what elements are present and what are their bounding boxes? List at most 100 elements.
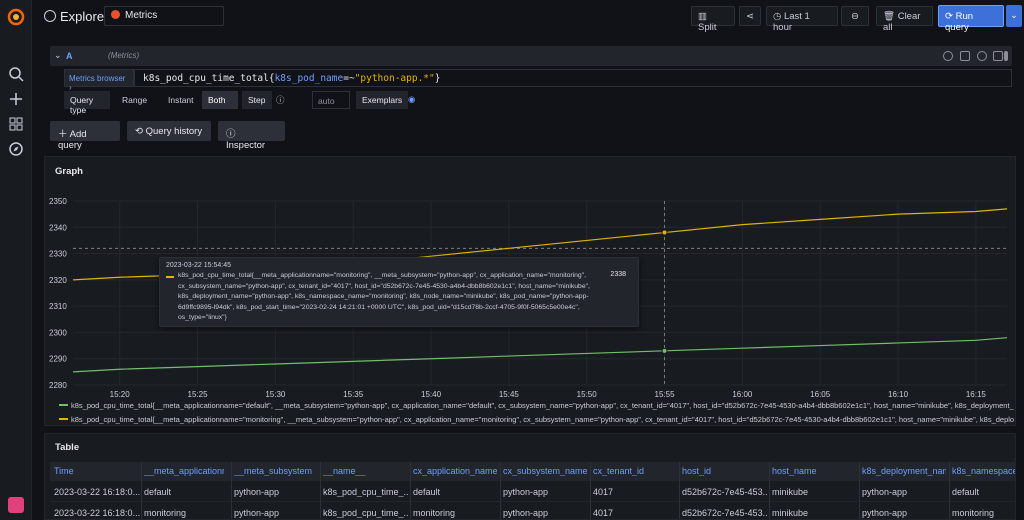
legend-swatch [59,404,68,406]
x-tick-label: 15:35 [343,390,364,397]
table-row[interactable]: 2023-03-22 16:18:0... monitoring python-… [50,503,1015,519]
column-divider [679,462,680,519]
column-header[interactable]: cx_subsystem_name [503,466,587,476]
column-header[interactable]: __meta_subsystem [234,466,318,476]
column-divider [231,462,232,519]
column-divider [320,462,321,519]
table-row[interactable]: 2023-03-22 16:18:0... default python-app… [50,482,1015,502]
step-label: Step [242,91,272,109]
x-tick-label: 16:15 [966,390,987,397]
grafana-logo-icon[interactable] [7,8,25,26]
legend-swatch [59,418,68,420]
exemplars-label: Exemplars [356,91,409,109]
column-divider [859,462,860,519]
compass-icon[interactable] [8,141,24,157]
share-button[interactable]: ⋖ [739,6,761,26]
table-panel: Table Time __meta_applicationname __meta… [44,433,1016,520]
info-icon: ⓘ [226,129,236,140]
column-divider [769,462,770,519]
search-icon[interactable] [8,66,24,82]
plus-icon: ＋ [58,129,70,140]
column-header[interactable]: cx_tenant_id [593,466,677,476]
help-icon[interactable] [943,51,953,61]
legend-item-default[interactable]: k8s_pod_cpu_time_total{__meta_applicatio… [59,401,1014,410]
clock-icon: ◷ [773,11,784,22]
query-editor: ⌄ A (Metrics) Metrics browser › k8s_pod_… [44,40,1016,151]
plus-icon[interactable] [8,91,24,107]
time-picker[interactable]: ◷ Last 1 hour [766,6,838,33]
split-button[interactable]: ▥ Split [691,6,735,33]
table-header: Time __meta_applicationname __meta_subsy… [50,462,1015,481]
hover-point [661,229,668,236]
x-tick-label: 15:50 [577,390,598,397]
x-tick-label: 15:40 [421,390,442,397]
y-tick-label: 2290 [49,355,67,364]
info-icon: ⓘ [276,95,285,105]
refresh-icon: ⟳ [945,11,956,22]
column-header[interactable]: host_id [682,466,766,476]
x-tick-label: 15:30 [265,390,286,397]
zoom-out-button[interactable]: ⊖ [841,6,869,26]
dashboards-icon[interactable] [8,116,24,132]
column-header[interactable]: __meta_applicationname [144,466,224,476]
zoom-out-icon: ⊖ [851,11,859,22]
column-header[interactable]: cx_application_name [413,466,497,476]
column-header[interactable]: __name__ [323,466,407,476]
query-type-instant[interactable]: Instant [162,91,200,109]
drag-handle-icon[interactable] [1004,51,1008,61]
run-query-button[interactable]: ⟳ Run query [938,5,1004,33]
step-input[interactable]: auto [312,91,350,109]
tooltip-series-swatch [166,276,174,278]
x-tick-label: 15:25 [188,390,209,397]
y-tick-label: 2280 [49,381,67,390]
query-ref[interactable]: A [66,51,73,61]
query-history-button[interactable]: ⟲ Query history [127,121,211,141]
exemplars-toggle-icon[interactable]: ◉ [404,91,419,109]
graph-tooltip: 2023-03-22 15:54:45 k8s_pod_cpu_time_tot… [159,257,639,327]
query-row-header[interactable]: ⌄ A (Metrics) [50,46,1012,66]
history-icon: ⟲ [135,126,146,137]
share-icon: ⋖ [746,11,754,22]
y-tick-label: 2320 [49,276,67,285]
series-default-line [72,337,1008,373]
inspector-button[interactable]: ⓘ Inspector [218,121,285,151]
query-input[interactable]: k8s_pod_cpu_time_total{k8s_pod_name=~"py… [134,69,1012,87]
column-divider [949,462,950,519]
column-header[interactable]: Time [54,466,134,476]
copy-icon[interactable] [960,51,970,61]
x-tick-label: 16:05 [810,390,831,397]
y-tick-label: 2340 [49,223,67,232]
y-tick-label: 2300 [49,328,67,337]
y-tick-label: 2330 [49,250,67,259]
trash-icon[interactable] [993,51,1003,61]
x-tick-label: 16:10 [888,390,909,397]
tooltip-time: 2023-03-22 15:54:45 [166,262,231,269]
x-tick-label: 15:20 [110,390,131,397]
add-query-button[interactable]: ＋ Add query [50,121,120,151]
query-type-label: Query type [64,91,110,115]
column-header[interactable]: k8s_namespace_n [952,466,1015,476]
graph-panel: Graph 2280 2290 2300 2310 2320 2330 2340 2350 15… [44,156,1016,426]
eye-icon[interactable] [977,51,987,61]
y-tick-label: 2350 [49,197,67,206]
trash-icon: 🗑 [883,11,898,22]
y-tick-label: 2310 [49,302,67,311]
columns-icon: ▥ [698,11,707,22]
x-tick-label: 15:55 [655,390,676,397]
column-header[interactable]: host_name [772,466,856,476]
column-header[interactable]: k8s_deployment_name [862,466,946,476]
legend-item-monitoring[interactable]: k8s_pod_cpu_time_total{__meta_applicatio… [59,415,1014,424]
chevron-down-icon[interactable]: ⌄ [54,50,62,61]
datasource-picker[interactable]: Metrics [104,6,224,26]
column-divider [500,462,501,519]
clear-all-button[interactable]: 🗑 Clear all [876,6,933,33]
tooltip-value: 2338 [610,271,626,278]
column-divider [590,462,591,519]
metrics-browser-button[interactable]: Metrics browser › [64,69,134,92]
query-type-range[interactable]: Range [116,91,153,109]
avatar[interactable] [8,497,24,513]
explore-icon [44,10,56,22]
run-query-options-button[interactable]: ⌄ [1006,5,1022,27]
page-title: Explore [44,9,104,24]
query-type-both[interactable]: Both [202,91,238,109]
